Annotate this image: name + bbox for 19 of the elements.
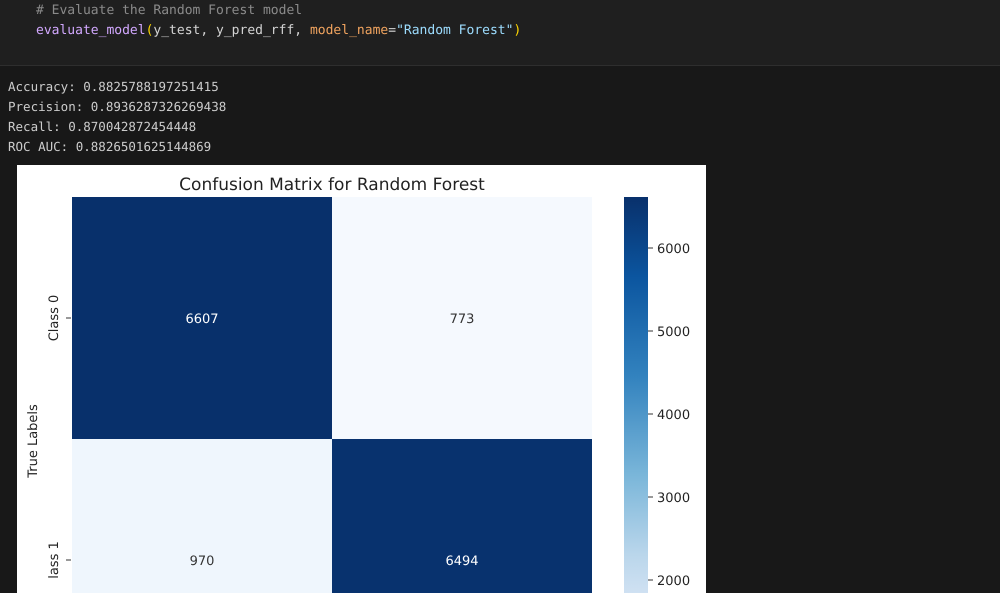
cell-value: 773 bbox=[450, 312, 474, 327]
colorbar-tick-label: 6000 bbox=[657, 242, 690, 257]
colorbar-tick-label: 3000 bbox=[657, 491, 690, 506]
chart-title: Confusion Matrix for Random Forest bbox=[179, 175, 485, 195]
code-line: evaluate_model(y_test, y_pred_rff, model_name="Random Forest") bbox=[36, 22, 522, 40]
cell-value: 6494 bbox=[445, 554, 479, 569]
colorbar-tick-label: 4000 bbox=[657, 408, 690, 423]
tick-label: Class 0 bbox=[47, 294, 62, 342]
cell-value: 6607 bbox=[185, 312, 219, 327]
colorbar-tick-label: 5000 bbox=[657, 325, 690, 340]
axis-label: True Labels bbox=[26, 404, 41, 478]
output-line: Precision: 0.8936287326269438 bbox=[8, 98, 228, 116]
cell-value: 970 bbox=[190, 554, 214, 569]
output-line: Recall: 0.870042872454448 bbox=[8, 118, 198, 136]
output-line: ROC AUC: 0.8826501625144869 bbox=[8, 138, 212, 156]
code-line: # Evaluate the Random Forest model bbox=[36, 2, 304, 20]
tick-label: lass 1 bbox=[47, 541, 62, 579]
colorbar-tick-label: 2000 bbox=[657, 574, 690, 589]
output-line: Accuracy: 0.8825788197251415 bbox=[8, 78, 220, 96]
